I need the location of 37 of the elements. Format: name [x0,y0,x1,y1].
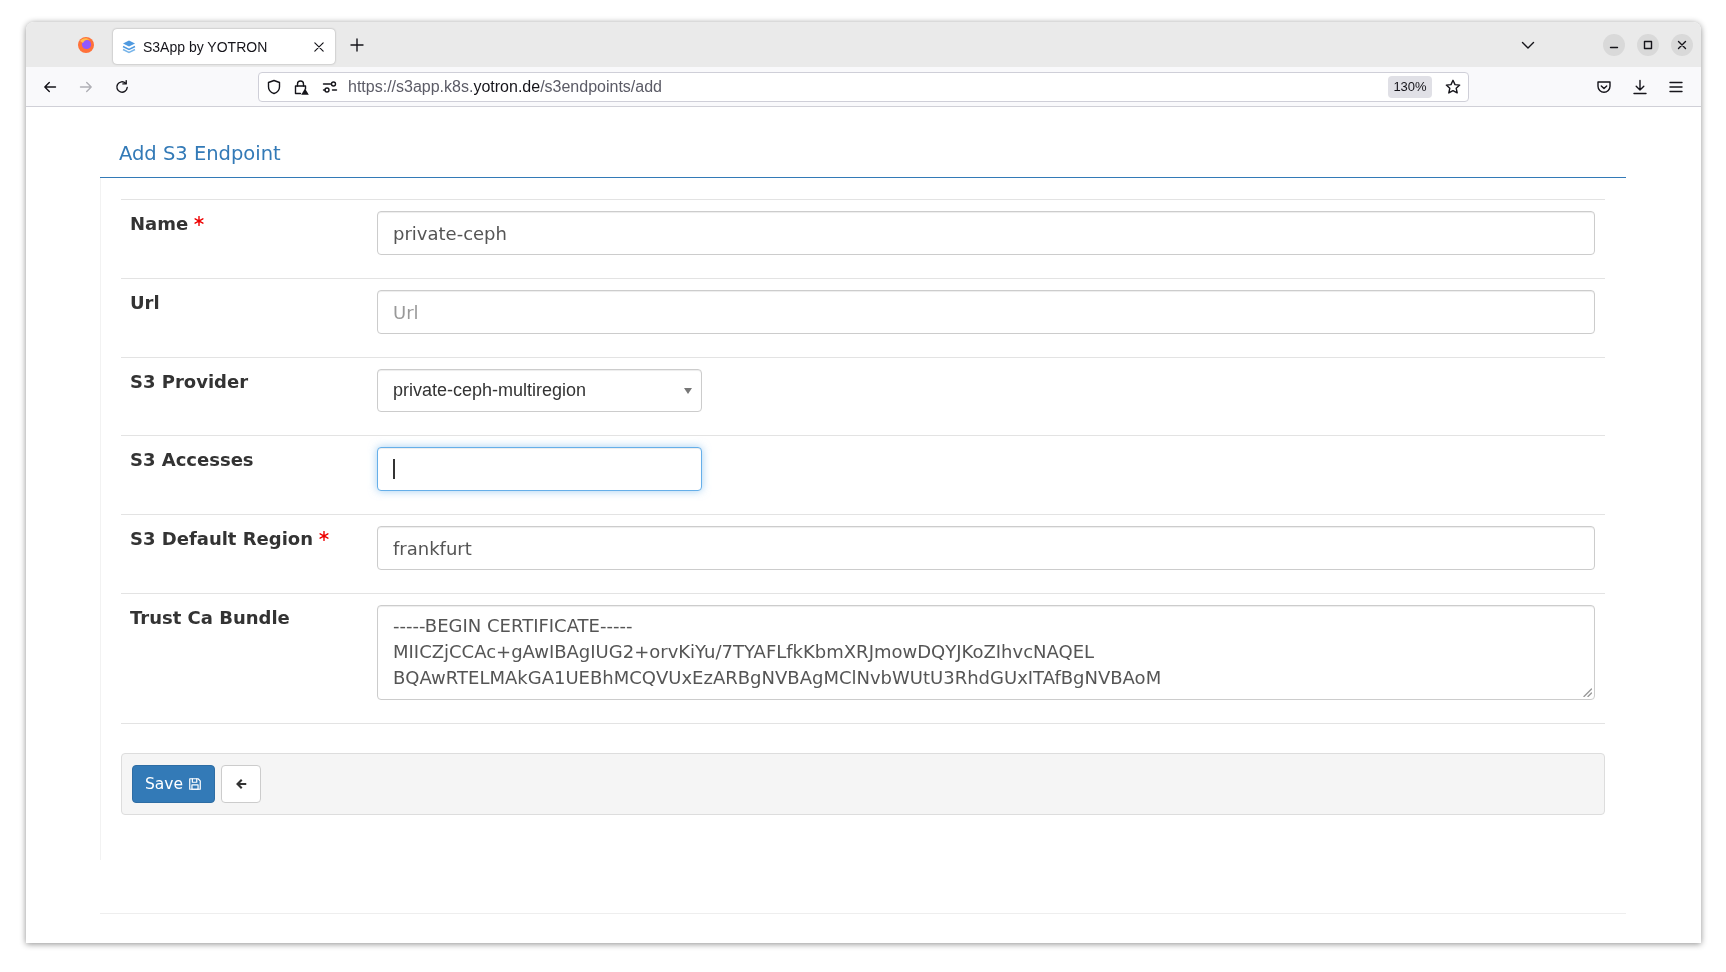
back-button[interactable] [221,765,262,803]
text-input[interactable]: frankfurt [377,526,1595,570]
field-label: S3 Accesses [130,448,254,472]
sliders-icon[interactable] [322,78,338,95]
lock-warning-icon[interactable] [293,78,309,95]
page-title: Add S3 Endpoint [119,142,281,165]
browser-tab[interactable]: S3App by YOTRON [113,29,335,64]
maximize-icon[interactable] [1637,33,1659,56]
text-input[interactable]: Url [377,290,1595,334]
field-label: S3 Default Region [130,527,314,551]
close-icon[interactable] [1671,33,1693,56]
tags-input[interactable] [377,447,702,491]
textarea-field[interactable]: -----BEGIN CERTIFICATE----- MIICZjCCAc+gAwIBAgIUG2+orvKiYu/7TYAFLfkKbmXRJmowDQYJKoZIhvcNAQEL BQAwRTELMAkGA1UEBhMCQVUxEzARBgNVBAgMClNvbWUtU3RhdGUxITAfBgNVBAoM [377,605,1595,700]
layers-icon [121,38,137,55]
caret-down-icon [684,387,692,394]
save-button[interactable]: Save [132,765,216,803]
shield-icon[interactable] [266,78,282,95]
text-cursor-icon [393,459,395,479]
text-input[interactable]: private-ceph [377,211,1595,255]
resize-handle-icon[interactable] [1583,688,1592,697]
address-bar[interactable]: https://s3app.k8s.yotron.de/s3endpoints/add 130% [258,71,1469,102]
reload-icon[interactable] [114,78,130,95]
chevron-badge-icon[interactable] [1596,78,1612,95]
field-label: S3 Provider [130,370,249,394]
download-icon[interactable] [1632,78,1648,95]
field-label: Url [130,291,160,315]
close-icon[interactable] [314,41,324,52]
plus-icon[interactable] [350,37,364,52]
arrow-left-icon [234,777,249,791]
zoom-level-badge[interactable]: 130% [1388,75,1432,98]
select-dropdown[interactable]: private-ceph-multiregion [377,369,702,412]
url-text: https://s3app.k8s.yotron.de/s3endpoints/add [348,77,662,96]
tab-title: S3App by YOTRON [143,38,269,55]
field-label: Name [130,212,189,236]
star-icon[interactable] [1445,78,1461,95]
field-label: Trust Ca Bundle [130,606,290,630]
browser-logo-icon [77,35,95,54]
